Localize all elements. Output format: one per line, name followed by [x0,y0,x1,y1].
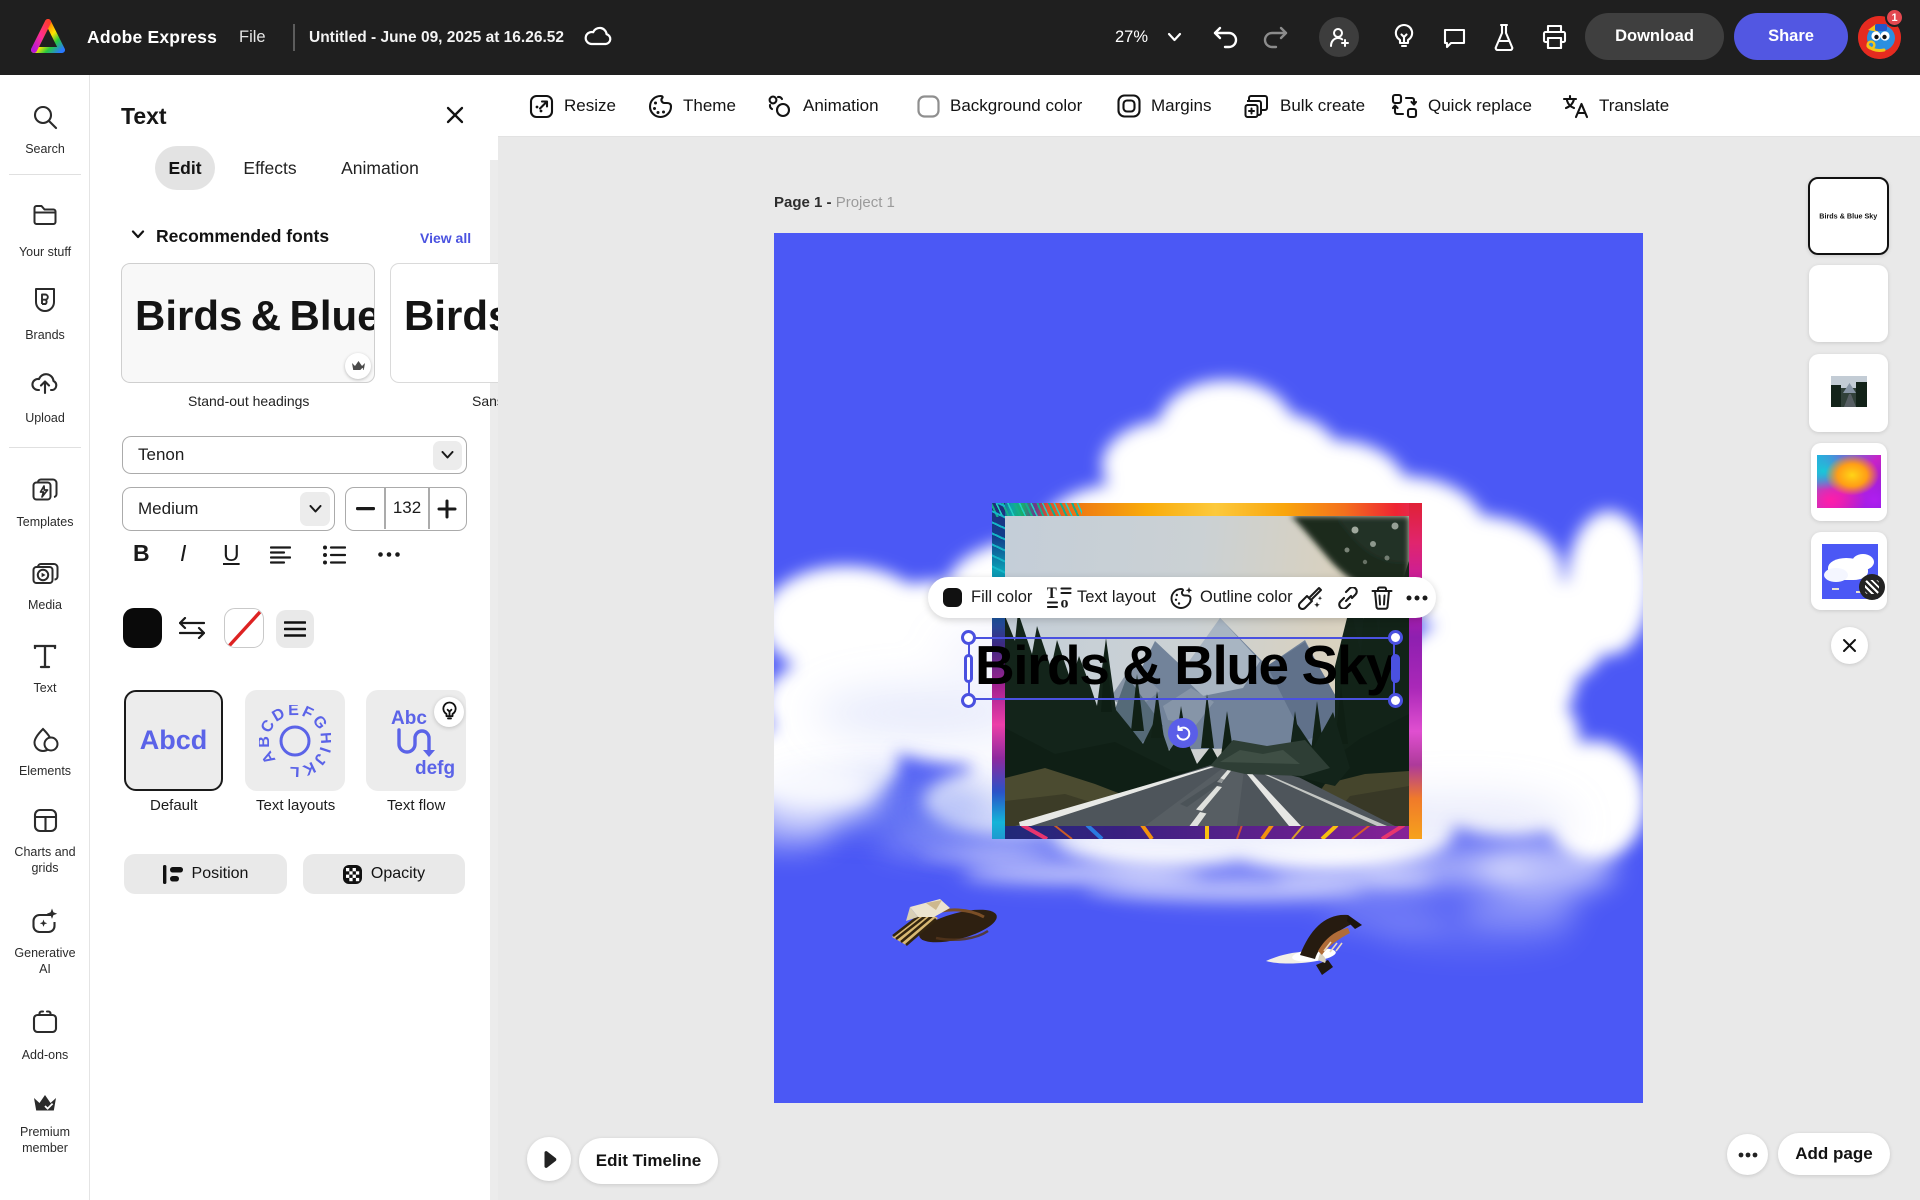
svg-text:defg: defg [415,758,455,779]
svg-text:T: T [1047,586,1058,602]
svg-text:Abc: Abc [391,708,427,729]
svg-text:ABCDEFGHIJKL: ABCDEFGHIJKL [259,705,331,777]
svg-text:o: o [1061,595,1069,611]
